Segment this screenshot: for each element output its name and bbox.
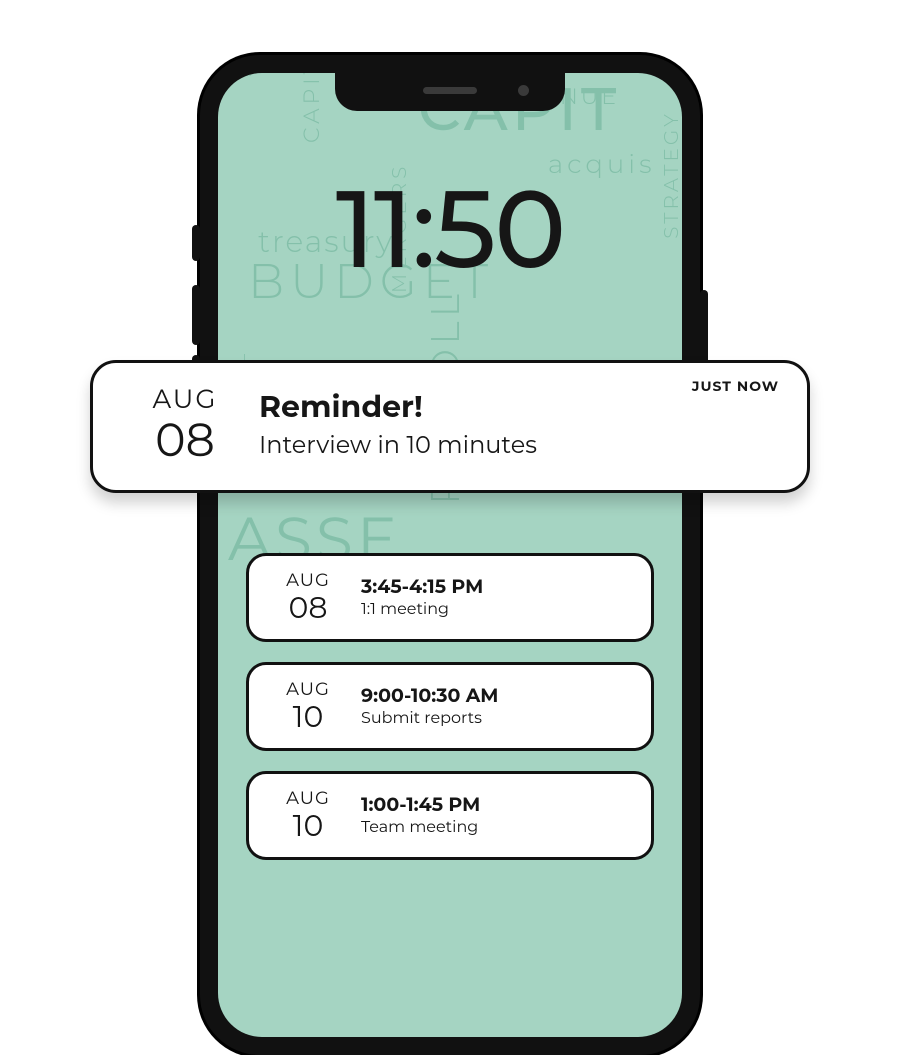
event-date: AUG 10 bbox=[269, 787, 347, 842]
lockscreen-clock: 11:50 bbox=[218, 163, 682, 295]
event-month: AUG bbox=[269, 678, 347, 700]
speaker-icon bbox=[423, 87, 477, 94]
camera-icon bbox=[518, 85, 529, 96]
notification-day: 08 bbox=[125, 415, 245, 466]
event-card[interactable]: AUG 10 9:00-10:30 AM Submit reports bbox=[246, 662, 654, 751]
event-label: Submit reports bbox=[361, 709, 631, 728]
event-body: 3:45-4:15 PM 1:1 meeting bbox=[347, 575, 631, 619]
event-time: 3:45-4:15 PM bbox=[361, 575, 631, 598]
volume-up-button bbox=[192, 285, 200, 345]
event-card[interactable]: AUG 10 1:00-1:45 PM Team meeting bbox=[246, 771, 654, 860]
mute-switch bbox=[192, 225, 200, 261]
event-month: AUG bbox=[269, 787, 347, 809]
event-day: 08 bbox=[269, 591, 347, 624]
notification-timestamp: JUST NOW bbox=[692, 377, 779, 395]
event-time: 9:00-10:30 AM bbox=[361, 684, 631, 707]
event-body: 1:00-1:45 PM Team meeting bbox=[347, 793, 631, 837]
notch bbox=[335, 73, 565, 111]
phone-frame: treasury CAPIT REVENUE BUDGET depreciati… bbox=[200, 55, 700, 1055]
wallpaper-word: CAPITAL bbox=[298, 73, 325, 143]
events-list: AUG 08 3:45-4:15 PM 1:1 meeting AUG 10 9… bbox=[246, 553, 654, 880]
event-date: AUG 10 bbox=[269, 678, 347, 733]
event-body: 9:00-10:30 AM Submit reports bbox=[347, 684, 631, 728]
wallpaper-word: profit bbox=[226, 73, 253, 78]
event-label: Team meeting bbox=[361, 818, 631, 837]
phone-screen: treasury CAPIT REVENUE BUDGET depreciati… bbox=[218, 73, 682, 1037]
event-day: 10 bbox=[269, 700, 347, 733]
event-date: AUG 08 bbox=[269, 569, 347, 624]
event-month: AUG bbox=[269, 569, 347, 591]
event-label: 1:1 meeting bbox=[361, 600, 631, 619]
event-card[interactable]: AUG 08 3:45-4:15 PM 1:1 meeting bbox=[246, 553, 654, 642]
notification-date: AUG 08 bbox=[125, 383, 245, 466]
event-day: 10 bbox=[269, 809, 347, 842]
event-time: 1:00-1:45 PM bbox=[361, 793, 631, 816]
notification-message: Interview in 10 minutes bbox=[259, 431, 775, 460]
reminder-notification[interactable]: JUST NOW AUG 08 Reminder! Interview in 1… bbox=[90, 360, 810, 493]
notification-body: Reminder! Interview in 10 minutes bbox=[245, 388, 775, 460]
